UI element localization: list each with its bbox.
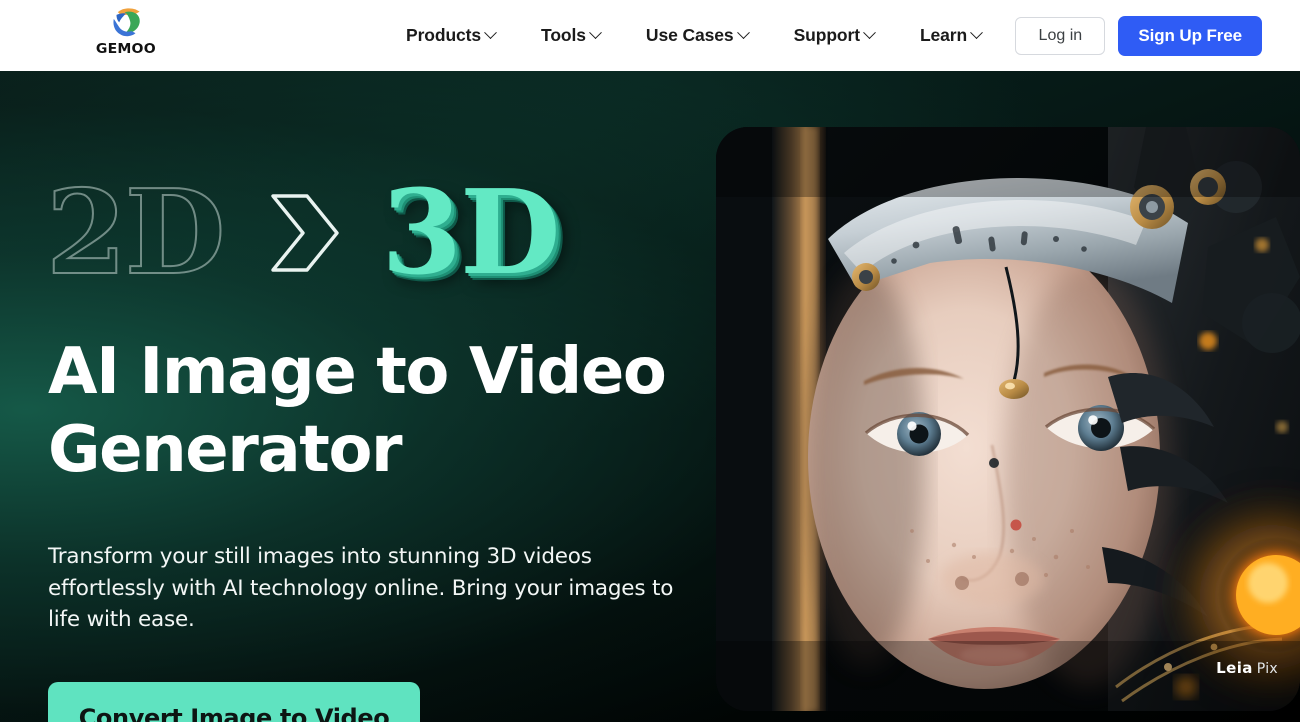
page-title: AI Image to Video Generator — [48, 333, 708, 489]
wordmark-3d: 3D — [381, 165, 560, 301]
cyborg-girl-image — [716, 127, 1300, 711]
convert-image-to-video-button[interactable]: Convert Image to Video — [48, 681, 420, 722]
nav-item-tools[interactable]: Tools — [518, 17, 623, 54]
nav-item-label: Products — [406, 25, 482, 45]
chevron-down-icon — [736, 26, 750, 40]
nav-item-use-cases[interactable]: Use Cases — [623, 17, 771, 54]
header-actions: Log in Sign Up Free — [1015, 0, 1262, 71]
nav-item-learn[interactable]: Learn — [897, 17, 1004, 54]
nav-item-label: Tools — [541, 25, 586, 45]
gemoo-logo-icon — [113, 8, 140, 37]
nav-item-label: Support — [793, 25, 860, 45]
hero-media[interactable]: Leia Pix — [716, 127, 1300, 711]
page-title-line-2: Generator — [48, 413, 403, 488]
nav-item-support[interactable]: Support — [771, 17, 897, 54]
login-button[interactable]: Log in — [1015, 16, 1106, 55]
nav-item-label: Learn — [919, 25, 968, 45]
page-title-line-1: AI Image to Video — [48, 335, 667, 409]
chevron-down-icon — [863, 26, 876, 40]
hero-section: 2D 3D AI Image to Video Generator Transf… — [0, 71, 1300, 722]
chevron-down-icon — [970, 26, 983, 40]
main-nav: Products Tools Use Cases Support Learn — [383, 0, 1004, 71]
hero-copy: AI Image to Video Generator Transform yo… — [48, 333, 708, 722]
chevron-down-icon — [589, 26, 602, 40]
brand-name: GEMOO — [95, 41, 156, 57]
transform-wordmark: 2D 3D — [45, 165, 561, 301]
wordmark-2d: 2D — [45, 165, 226, 301]
chevron-down-icon — [484, 26, 497, 40]
brand-logo[interactable]: GEMOO — [96, 4, 156, 57]
double-chevron-right-icon — [271, 194, 340, 272]
site-header: GEMOO Products Tools Use Cases Support L… — [0, 0, 1300, 71]
nav-item-products[interactable]: Products — [383, 17, 518, 54]
nav-item-label: Use Cases — [645, 25, 734, 45]
signup-button[interactable]: Sign Up Free — [1118, 15, 1262, 56]
hero-subtitle: Transform your still images into stunnin… — [48, 544, 674, 633]
